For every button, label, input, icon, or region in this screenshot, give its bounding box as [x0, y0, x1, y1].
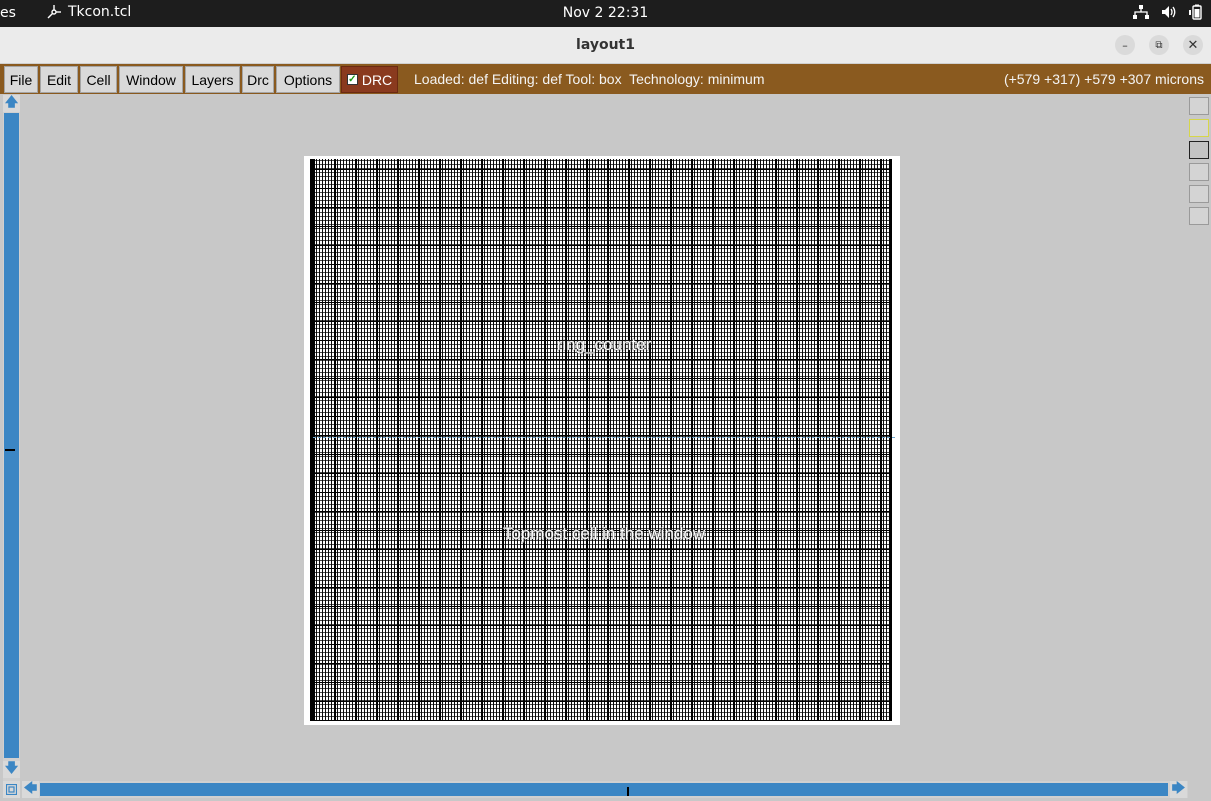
- menu-file[interactable]: File: [4, 66, 38, 93]
- horizontal-scroll-track[interactable]: [40, 783, 1168, 796]
- minimize-icon: –: [1122, 38, 1128, 52]
- menu-edit[interactable]: Edit: [40, 66, 78, 93]
- system-top-bar: es Tkcon.tcl Nov 2 22:31: [0, 0, 1211, 27]
- arrow-left-icon: 🡄: [23, 780, 38, 796]
- menu-window[interactable]: Window: [119, 66, 183, 93]
- arrow-right-icon: 🡆: [1171, 780, 1186, 796]
- scroll-right-button[interactable]: 🡆: [1170, 781, 1187, 798]
- vertical-scroll-marker[interactable]: [5, 449, 15, 451]
- cell-description-label: Topmost cell in the window: [502, 524, 706, 543]
- horizontal-scrollbar[interactable]: 🡄 🡆: [22, 781, 1188, 798]
- cell-center-line: [313, 437, 895, 441]
- app-menu[interactable]: Tkcon.tcl: [46, 4, 131, 20]
- cell-layout-pattern: ring_counter Topmost cell in the window: [310, 159, 895, 721]
- menu-options[interactable]: Options: [276, 66, 340, 93]
- app-name: Tkcon.tcl: [68, 4, 132, 20]
- arrow-down-icon: 🡇: [4, 760, 19, 776]
- horizontal-scroll-marker[interactable]: [627, 787, 629, 796]
- menu-drc[interactable]: Drc: [242, 66, 274, 93]
- scroll-up-button[interactable]: 🡅: [3, 95, 20, 112]
- close-button[interactable]: ✕: [1183, 35, 1203, 55]
- clock-button[interactable]: Nov 2 22:31: [563, 5, 648, 21]
- close-icon: ✕: [1187, 37, 1199, 53]
- battery-icon: [1189, 4, 1202, 20]
- minimize-button[interactable]: –: [1115, 35, 1135, 55]
- vertical-scroll-track[interactable]: [4, 113, 19, 758]
- layer-swatch-6[interactable]: [1189, 207, 1209, 225]
- layout-canvas[interactable]: ring_counter Topmost cell in the window: [22, 95, 1187, 780]
- layer-swatch-2[interactable]: [1189, 119, 1209, 137]
- system-tray[interactable]: [1133, 4, 1205, 20]
- volume-icon: [1162, 6, 1176, 18]
- menu-cell[interactable]: Cell: [80, 66, 117, 93]
- window-title-bar[interactable]: layout1 – ⧉ ✕: [0, 27, 1211, 64]
- activities-label: es: [0, 5, 16, 21]
- zoom-box-icon: [6, 784, 17, 795]
- activities-button[interactable]: es: [0, 5, 16, 21]
- magic-menu-bar: File Edit Cell Window Layers Drc Options…: [0, 64, 1211, 94]
- cursor-coordinates: (+579 +317) +579 +307 microns: [1003, 71, 1204, 87]
- cell-bounding-box[interactable]: ring_counter Topmost cell in the window: [304, 156, 900, 725]
- layer-swatch-1[interactable]: [1189, 97, 1209, 115]
- layer-palette: [1189, 95, 1209, 235]
- drc-toggle-label: DRC: [361, 71, 393, 88]
- menu-layers[interactable]: Layers: [185, 66, 240, 93]
- restore-button[interactable]: ⧉: [1149, 35, 1169, 55]
- restore-icon: ⧉: [1155, 39, 1163, 51]
- vertical-scrollbar[interactable]: 🡅 🡇: [3, 95, 20, 781]
- cell-name-label: ring_counter: [556, 335, 652, 354]
- layer-swatch-4[interactable]: [1189, 163, 1209, 181]
- scroll-left-button[interactable]: 🡄: [22, 781, 39, 798]
- status-text: Loaded: def Editing: def Tool: box Techn…: [414, 71, 765, 87]
- tkcon-app-icon: [47, 5, 61, 19]
- scroll-down-button[interactable]: 🡇: [3, 761, 20, 778]
- zoom-box-button[interactable]: [3, 781, 20, 798]
- layer-swatch-3[interactable]: [1189, 141, 1209, 159]
- arrow-up-icon: 🡅: [4, 94, 19, 110]
- window-title: layout1: [576, 37, 635, 53]
- network-icon: [1133, 5, 1149, 19]
- drc-toggle[interactable]: ✓ DRC: [341, 66, 398, 93]
- drc-checkbox[interactable]: ✓: [346, 74, 358, 85]
- layer-swatch-5[interactable]: [1189, 185, 1209, 203]
